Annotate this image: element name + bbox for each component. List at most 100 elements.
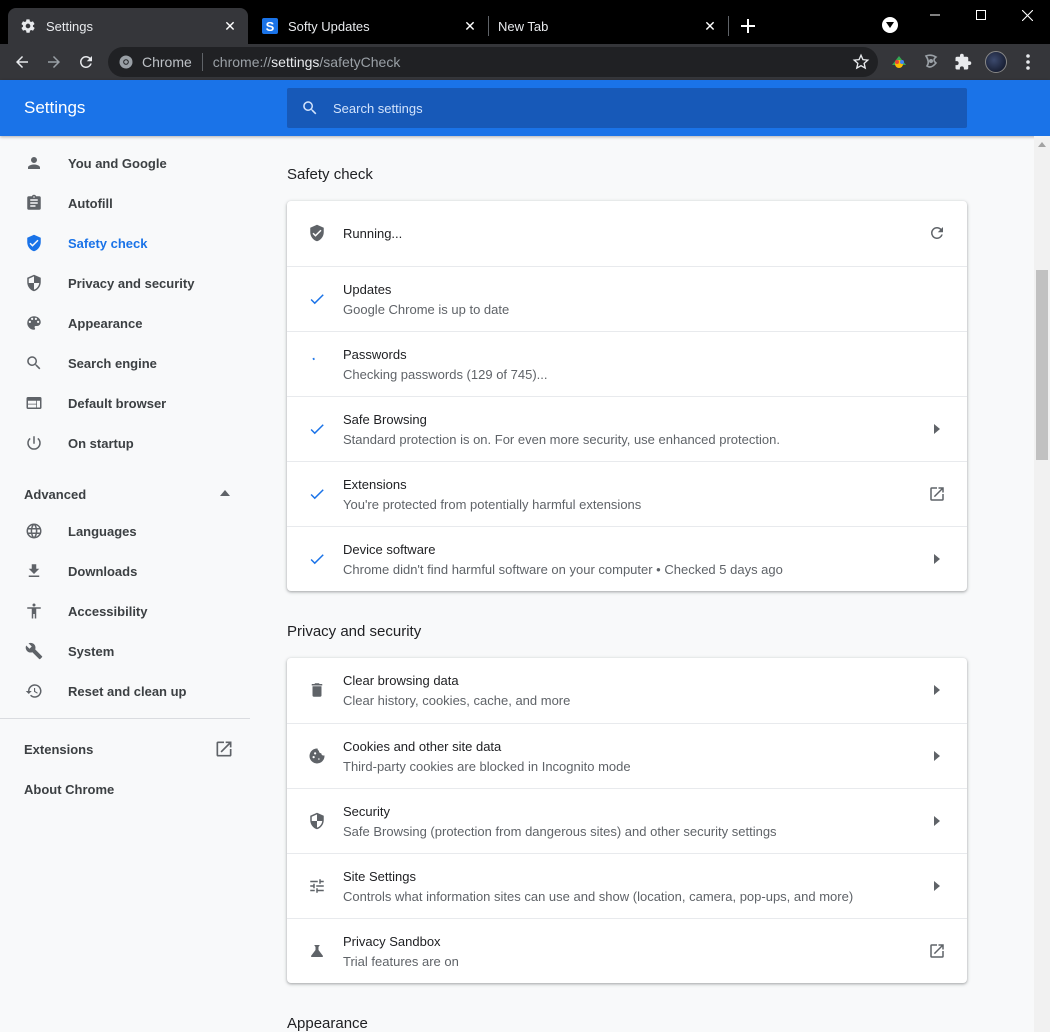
open-in-new-icon[interactable] <box>214 739 234 759</box>
safety-row-device-software[interactable]: Device software Chrome didn't find harmfu… <box>287 526 967 591</box>
search-icon <box>24 353 44 373</box>
shield-icon <box>24 273 44 293</box>
settings-header: Settings <box>0 80 1050 136</box>
new-tab-button[interactable] <box>736 14 760 38</box>
close-tab-icon[interactable]: ✕ <box>702 18 718 34</box>
section-title-appearance: Appearance <box>287 1015 368 1032</box>
reload-button[interactable] <box>74 50 98 74</box>
safety-row-safe-browsing[interactable]: Safe Browsing Standard protection is on. … <box>287 396 967 461</box>
bookmark-star-icon[interactable] <box>852 53 870 71</box>
sidebar-item-system[interactable]: System <box>0 631 250 671</box>
tab-label: Softy Updates <box>288 18 370 34</box>
url-text: chrome://settings/safetyCheck <box>213 54 401 70</box>
sidebar-item-label: Reset and clean up <box>68 683 187 699</box>
section-title-privacy-and-security: Privacy and security <box>287 623 422 640</box>
minimize-button[interactable] <box>920 4 950 26</box>
privacy-row-privacy-sandbox[interactable]: Privacy Sandbox Trial features are on <box>287 918 967 983</box>
row-title: Privacy Sandbox <box>343 934 441 949</box>
shield-check-icon <box>307 223 327 243</box>
tab-softy-updates[interactable]: S Softy Updates ✕ <box>250 8 488 44</box>
extension-gray-icon[interactable] <box>921 52 941 72</box>
row-subtitle: Controls what information sites can use … <box>343 889 854 904</box>
close-tab-icon[interactable]: ✕ <box>222 18 238 34</box>
sidebar-item-accessibility[interactable]: Accessibility <box>0 591 250 631</box>
privacy-row-security[interactable]: Security Safe Browsing (protection from d… <box>287 788 967 853</box>
search-input[interactable] <box>333 100 933 116</box>
shield-icon <box>307 811 327 831</box>
menu-button[interactable] <box>1016 50 1040 74</box>
safety-row-updates: Updates Google Chrome is up to date <box>287 266 967 331</box>
sidebar-item-on-startup[interactable]: On startup <box>0 423 250 463</box>
extension-colorful-icon[interactable] <box>889 52 909 72</box>
arrow-right-icon[interactable] <box>927 876 947 896</box>
sidebar-item-search-engine[interactable]: Search engine <box>0 343 250 383</box>
row-title: Updates <box>343 282 392 297</box>
maximize-button[interactable] <box>966 4 996 26</box>
sidebar-item-label: Languages <box>68 523 137 539</box>
arrow-right-icon[interactable] <box>927 680 947 700</box>
page-scrollbar[interactable] <box>1034 136 1050 1032</box>
tab-new-tab[interactable]: New Tab ✕ <box>490 8 728 44</box>
sidebar-item-autofill[interactable]: Autofill <box>0 183 250 223</box>
forward-button[interactable] <box>42 50 66 74</box>
sidebar-item-default-browser[interactable]: Default browser <box>0 383 250 423</box>
browser-toolbar: Chrome chrome://settings/safetyCheck <box>0 44 1050 80</box>
row-title: Security <box>343 804 390 819</box>
check-icon <box>307 289 327 309</box>
privacy-row-cookies[interactable]: Cookies and other site data Third-party c… <box>287 723 967 788</box>
arrow-right-icon[interactable] <box>927 746 947 766</box>
trash-icon <box>307 680 327 700</box>
sidebar-item-you-and-google[interactable]: You and Google <box>0 143 250 183</box>
open-in-new-icon[interactable] <box>927 484 947 504</box>
sidebar-link-extensions[interactable]: Extensions <box>24 742 93 757</box>
url-host: settings <box>271 54 320 70</box>
row-subtitle: Google Chrome is up to date <box>343 302 510 317</box>
puzzle-icon[interactable] <box>953 52 973 72</box>
back-button[interactable] <box>10 50 34 74</box>
sidebar-item-label: Privacy and security <box>68 275 195 291</box>
safety-row-extensions[interactable]: Extensions You're protected from potentia… <box>287 461 967 526</box>
minimize-icon <box>930 14 940 16</box>
tab-label: New Tab <box>498 18 549 34</box>
advanced-toggle[interactable]: Advanced <box>24 484 234 504</box>
sidebar-item-label: System <box>68 643 115 659</box>
safety-check-card: Running... Updates Google Chrome is up to… <box>287 201 967 591</box>
scroll-up-arrow-icon[interactable] <box>1038 142 1046 147</box>
open-in-new-icon[interactable] <box>927 941 947 961</box>
softy-s-icon: S <box>262 18 278 34</box>
search-icon <box>301 99 319 117</box>
sidebar-item-downloads[interactable]: Downloads <box>0 551 250 591</box>
sidebar-item-reset-and-clean-up[interactable]: Reset and clean up <box>0 671 250 711</box>
privacy-card: Clear browsing data Clear history, cookie… <box>287 658 967 983</box>
row-title: Device software <box>343 542 436 557</box>
omnibox-divider <box>201 53 203 71</box>
maximize-icon <box>976 10 986 20</box>
sidebar-divider <box>0 718 250 719</box>
tune-icon <box>307 876 327 896</box>
arrow-right-icon[interactable] <box>927 549 947 569</box>
close-window-button[interactable] <box>1012 4 1042 26</box>
safety-row-passwords: Passwords Checking passwords (129 of 745)… <box>287 331 967 396</box>
sidebar-item-privacy-and-security[interactable]: Privacy and security <box>0 263 250 303</box>
tab-search-button[interactable] <box>882 17 898 33</box>
sidebar-item-languages[interactable]: Languages <box>0 511 250 551</box>
settings-search[interactable] <box>287 88 967 128</box>
sidebar-item-label: On startup <box>68 435 134 451</box>
tab-settings[interactable]: Settings ✕ <box>8 8 248 44</box>
sidebar-item-label: Default browser <box>68 395 167 411</box>
privacy-row-clear-browsing-data[interactable]: Clear browsing data Clear history, cookie… <box>287 658 967 723</box>
close-tab-icon[interactable]: ✕ <box>462 18 478 34</box>
scrollbar-thumb[interactable] <box>1036 270 1048 460</box>
sidebar-link-about-chrome[interactable]: About Chrome <box>24 782 114 797</box>
sidebar-item-appearance[interactable]: Appearance <box>0 303 250 343</box>
privacy-row-site-settings[interactable]: Site Settings Controls what information s… <box>287 853 967 918</box>
address-bar[interactable]: Chrome chrome://settings/safetyCheck <box>108 47 878 77</box>
section-title-safety-check: Safety check <box>287 166 373 183</box>
arrow-right-icon[interactable] <box>927 419 947 439</box>
refresh-icon[interactable] <box>927 223 947 243</box>
profile-avatar[interactable] <box>985 51 1007 73</box>
gear-icon <box>20 18 36 34</box>
arrow-right-icon[interactable] <box>927 811 947 831</box>
sidebar: You and Google Autofill Safety check Pri… <box>0 136 250 1032</box>
sidebar-item-safety-check[interactable]: Safety check <box>0 223 250 263</box>
